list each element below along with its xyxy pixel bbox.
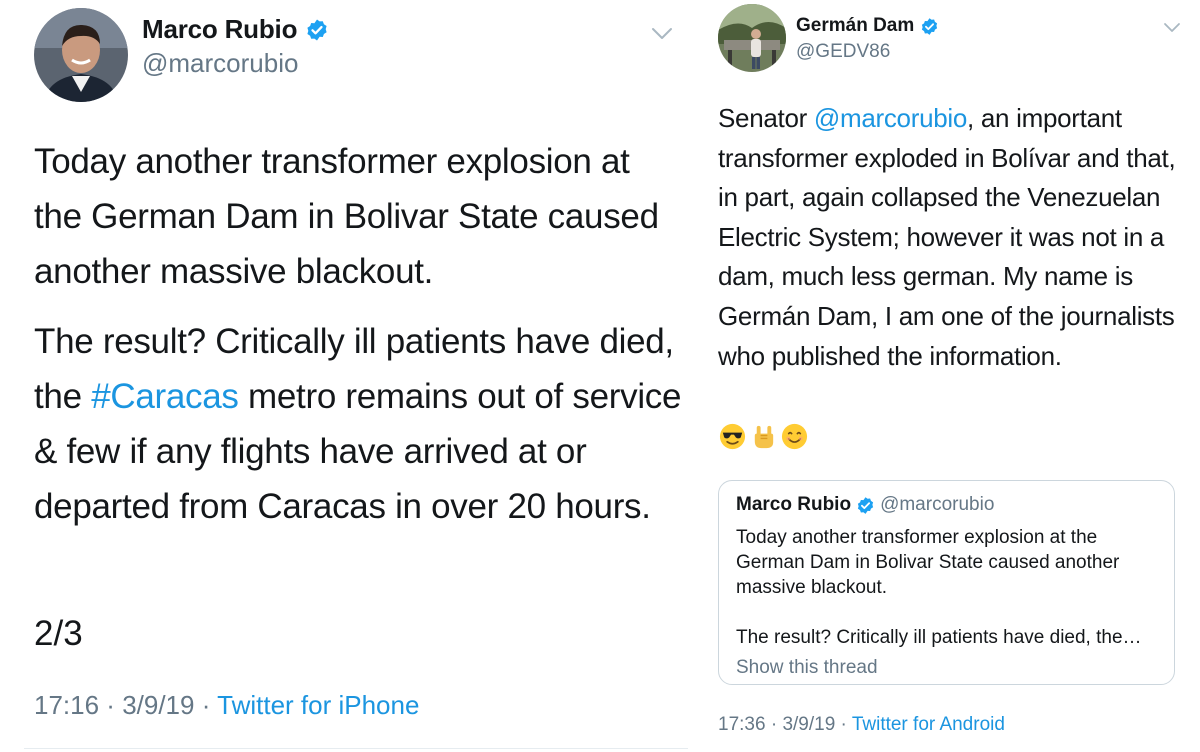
quoted-author-name: Marco Rubio xyxy=(736,494,852,515)
meta-separator: · xyxy=(765,714,783,735)
quoted-author-handle: @marcorubio xyxy=(880,494,995,515)
verified-badge-icon xyxy=(305,18,329,42)
tweet-text-segment: , an important transformer exploded in B… xyxy=(718,103,1176,371)
meta-separator: · xyxy=(835,714,852,735)
author-name-row[interactable]: Germán Dam xyxy=(796,15,939,37)
chevron-down-icon[interactable] xyxy=(1163,22,1181,34)
author-name[interactable]: Germán Dam xyxy=(796,15,914,37)
tweet-paragraph-1: Today another transformer explosion at t… xyxy=(34,142,659,291)
verified-badge-icon xyxy=(856,496,875,515)
right-tweet: Germán Dam @GEDV86 Senator @marcorubio, … xyxy=(698,0,1200,752)
quoted-author-row[interactable]: Marco Rubio @marcorubio xyxy=(736,494,994,516)
quoted-paragraph-1: Today another transformer explosion at t… xyxy=(736,527,1120,598)
avatar[interactable] xyxy=(34,8,128,102)
tweet-time[interactable]: 17:36 xyxy=(718,714,766,735)
author-handle[interactable]: @GEDV86 xyxy=(796,41,890,63)
panel-gap xyxy=(688,0,698,752)
emoji-row xyxy=(718,422,809,451)
author-name[interactable]: Marco Rubio xyxy=(142,14,297,45)
tweet-date[interactable]: 3/9/19 xyxy=(122,690,194,720)
tweet-text: Senator @marcorubio, an important transf… xyxy=(718,99,1188,376)
quoted-tweet-card[interactable]: Marco Rubio @marcorubio Today another tr… xyxy=(718,480,1175,685)
tweet-paragraph-2: The result? Critically ill patients have… xyxy=(34,314,684,534)
rock-on-hand-emoji xyxy=(749,422,778,451)
smiling-face-emoji xyxy=(780,422,809,451)
tweet-time[interactable]: 17:16 xyxy=(34,690,99,720)
divider xyxy=(24,748,688,749)
quoted-paragraph-2: The result? Critically ill patients have… xyxy=(736,627,1142,648)
chevron-down-icon[interactable] xyxy=(651,27,673,41)
hashtag-link[interactable]: #Caracas xyxy=(91,377,239,416)
tweet-meta: 17:16 · 3/9/19 · Twitter for iPhone xyxy=(34,690,419,721)
tweet-source-link[interactable]: Twitter for iPhone xyxy=(217,690,419,720)
author-name-row[interactable]: Marco Rubio xyxy=(142,14,329,45)
meta-separator: · xyxy=(194,690,218,720)
mention-link[interactable]: @marcorubio xyxy=(814,103,967,133)
sunglasses-face-emoji xyxy=(718,422,747,451)
tweet-date[interactable]: 3/9/19 xyxy=(782,714,835,735)
left-tweet: Marco Rubio @marcorubio Today another tr… xyxy=(0,0,688,752)
avatar[interactable] xyxy=(718,4,786,72)
meta-separator: · xyxy=(99,690,123,720)
verified-badge-icon xyxy=(920,17,939,36)
thread-page-marker: 2/3 xyxy=(34,614,83,653)
show-thread-link[interactable]: Show this thread xyxy=(736,657,878,679)
author-handle[interactable]: @marcorubio xyxy=(142,48,298,79)
tweet-source-link[interactable]: Twitter for Android xyxy=(852,714,1005,735)
tweet-text-segment: Senator xyxy=(718,103,814,133)
quoted-tweet-text: Today another transformer explosion at t… xyxy=(736,525,1166,650)
tweet-text: Today another transformer explosion at t… xyxy=(34,134,684,534)
tweet-meta: 17:36 · 3/9/19 · Twitter for Android xyxy=(718,714,1005,736)
